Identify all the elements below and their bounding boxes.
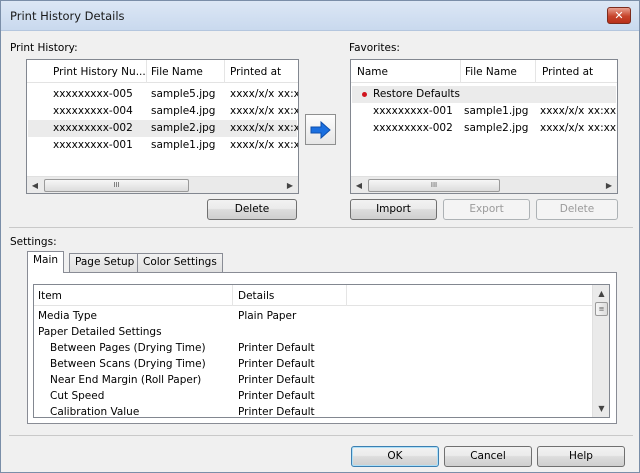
setting-details: Plain Paper <box>238 310 297 322</box>
setting-details: Printer Default <box>238 390 315 402</box>
favorite-name: xxxxxxxxx-002 <box>373 122 453 134</box>
favorite-name: Restore Defaults <box>373 88 461 100</box>
scroll-thumb[interactable]: III <box>44 179 189 192</box>
favorites-list[interactable]: Name File Name Printed at Restore Defaul… <box>350 59 618 194</box>
settings-label: Settings: <box>10 236 57 248</box>
history-id: xxxxxxxxx-004 <box>53 105 133 117</box>
scroll-down-icon[interactable]: ▼ <box>595 402 608 415</box>
table-row[interactable]: Between Pages (Drying Time) Printer Defa… <box>34 341 594 357</box>
table-row[interactable]: Paper Detailed Settings <box>34 325 594 341</box>
column-header-item[interactable]: Item <box>38 290 62 302</box>
print-history-header: Print History Nu... File Name Printed at <box>27 60 298 83</box>
scroll-up-icon[interactable]: ▲ <box>595 287 608 300</box>
close-button[interactable]: ✕ <box>607 7 631 24</box>
history-delete-button[interactable]: Delete <box>207 199 297 220</box>
favorite-printed: xxxx/x/x xx:xx <box>540 122 617 134</box>
setting-item: Near End Margin (Roll Paper) <box>50 374 202 386</box>
divider <box>9 435 633 436</box>
import-button[interactable]: Import <box>350 199 437 220</box>
setting-details: Printer Default <box>238 374 315 386</box>
column-header-file-name[interactable]: File Name <box>465 66 517 78</box>
history-id: xxxxxxxxx-001 <box>53 139 133 151</box>
export-button[interactable]: Export <box>443 199 530 220</box>
favorites-label: Favorites: <box>349 42 400 54</box>
scroll-thumb[interactable]: ≡ <box>595 302 608 316</box>
ok-button[interactable]: OK <box>351 446 439 467</box>
setting-item: Paper Detailed Settings <box>38 326 162 338</box>
scroll-left-icon[interactable]: ◀ <box>352 179 366 192</box>
column-header-file-name[interactable]: File Name <box>151 66 203 78</box>
tab-page-setup[interactable]: Page Setup <box>69 253 141 272</box>
print-history-list[interactable]: Print History Nu... File Name Printed at… <box>26 59 299 194</box>
history-printed: xxxx/x/x xx:xx <box>230 105 299 117</box>
column-header-printed-at[interactable]: Printed at <box>542 66 593 78</box>
table-row[interactable]: Cut Speed Printer Default <box>34 389 594 405</box>
setting-item: Between Scans (Drying Time) <box>50 358 206 370</box>
settings-header: Item Details <box>34 285 594 306</box>
setting-item: Calibration Value <box>50 406 140 418</box>
setting-item: Cut Speed <box>50 390 105 402</box>
print-history-details-dialog: Print History Details ✕ Print History: P… <box>0 0 640 473</box>
window-title: Print History Details <box>10 9 125 23</box>
print-history-label: Print History: <box>10 42 78 54</box>
column-header-print-history-number[interactable]: Print History Nu... <box>53 66 146 78</box>
history-file: sample4.jpg <box>151 105 216 117</box>
list-item-selected[interactable]: xxxxxxxxx-002 sample2.jpg xxxx/x/x xx:xx <box>28 120 299 137</box>
default-bullet-icon <box>362 92 367 97</box>
history-id: xxxxxxxxx-005 <box>53 88 133 100</box>
cancel-button[interactable]: Cancel <box>444 446 532 467</box>
scroll-right-icon[interactable]: ▶ <box>602 179 616 192</box>
list-item[interactable]: xxxxxxxxx-005 sample5.jpg xxxx/x/x xx:xx <box>28 86 299 103</box>
favorite-name: xxxxxxxxx-001 <box>373 105 453 117</box>
history-file: sample1.jpg <box>151 139 216 151</box>
setting-details: Printer Default <box>238 342 315 354</box>
favorite-file: sample2.jpg <box>464 122 529 134</box>
table-row[interactable]: Between Scans (Drying Time) Printer Defa… <box>34 357 594 373</box>
help-button[interactable]: Help <box>537 446 625 467</box>
scroll-right-icon[interactable]: ▶ <box>283 179 297 192</box>
right-arrow-icon <box>310 120 331 140</box>
table-row[interactable]: Media Type Plain Paper <box>34 309 594 325</box>
setting-details: Printer Default <box>238 358 315 370</box>
horizontal-scrollbar[interactable]: ◀ III ▶ <box>27 176 298 193</box>
list-item[interactable]: xxxxxxxxx-001 sample1.jpg xxxx/x/x xx:xx <box>352 103 616 120</box>
table-row[interactable]: Calibration Value Printer Default <box>34 405 594 418</box>
title-bar[interactable]: Print History Details ✕ <box>1 1 639 31</box>
setting-details: Printer Default <box>238 406 315 418</box>
table-row[interactable]: Near End Margin (Roll Paper) Printer Def… <box>34 373 594 389</box>
setting-item: Media Type <box>38 310 97 322</box>
history-file: sample5.jpg <box>151 88 216 100</box>
tab-color-settings[interactable]: Color Settings <box>137 253 223 272</box>
history-printed: xxxx/x/x xx:xx <box>230 88 299 100</box>
list-item[interactable]: xxxxxxxxx-001 sample1.jpg xxxx/x/x xx:xx <box>28 137 299 154</box>
history-id: xxxxxxxxx-002 <box>53 122 133 134</box>
history-file: sample2.jpg <box>151 122 216 134</box>
settings-list[interactable]: Item Details Media Type Plain Paper Pape… <box>33 284 610 418</box>
horizontal-scrollbar[interactable]: ◀ III ▶ <box>351 176 617 193</box>
setting-item: Between Pages (Drying Time) <box>50 342 206 354</box>
favorites-delete-button[interactable]: Delete <box>536 199 618 220</box>
history-printed: xxxx/x/x xx:xx <box>230 122 299 134</box>
column-header-name[interactable]: Name <box>357 66 388 78</box>
list-item-selected[interactable]: Restore Defaults <box>352 86 616 103</box>
add-to-favorites-button[interactable] <box>305 114 336 145</box>
list-item[interactable]: xxxxxxxxx-004 sample4.jpg xxxx/x/x xx:xx <box>28 103 299 120</box>
favorites-header: Name File Name Printed at <box>351 60 617 83</box>
divider <box>9 227 633 228</box>
history-printed: xxxx/x/x xx:xx <box>230 139 299 151</box>
tab-main[interactable]: Main <box>27 251 65 273</box>
column-header-printed-at[interactable]: Printed at <box>230 66 281 78</box>
favorite-file: sample1.jpg <box>464 105 529 117</box>
scroll-thumb[interactable]: III <box>368 179 500 192</box>
vertical-scrollbar[interactable]: ▲ ≡ ▼ <box>592 285 609 417</box>
scroll-left-icon[interactable]: ◀ <box>28 179 42 192</box>
favorite-printed: xxxx/x/x xx:xx <box>540 105 617 117</box>
list-item[interactable]: xxxxxxxxx-002 sample2.jpg xxxx/x/x xx:xx <box>352 120 616 137</box>
column-header-details[interactable]: Details <box>238 290 274 302</box>
